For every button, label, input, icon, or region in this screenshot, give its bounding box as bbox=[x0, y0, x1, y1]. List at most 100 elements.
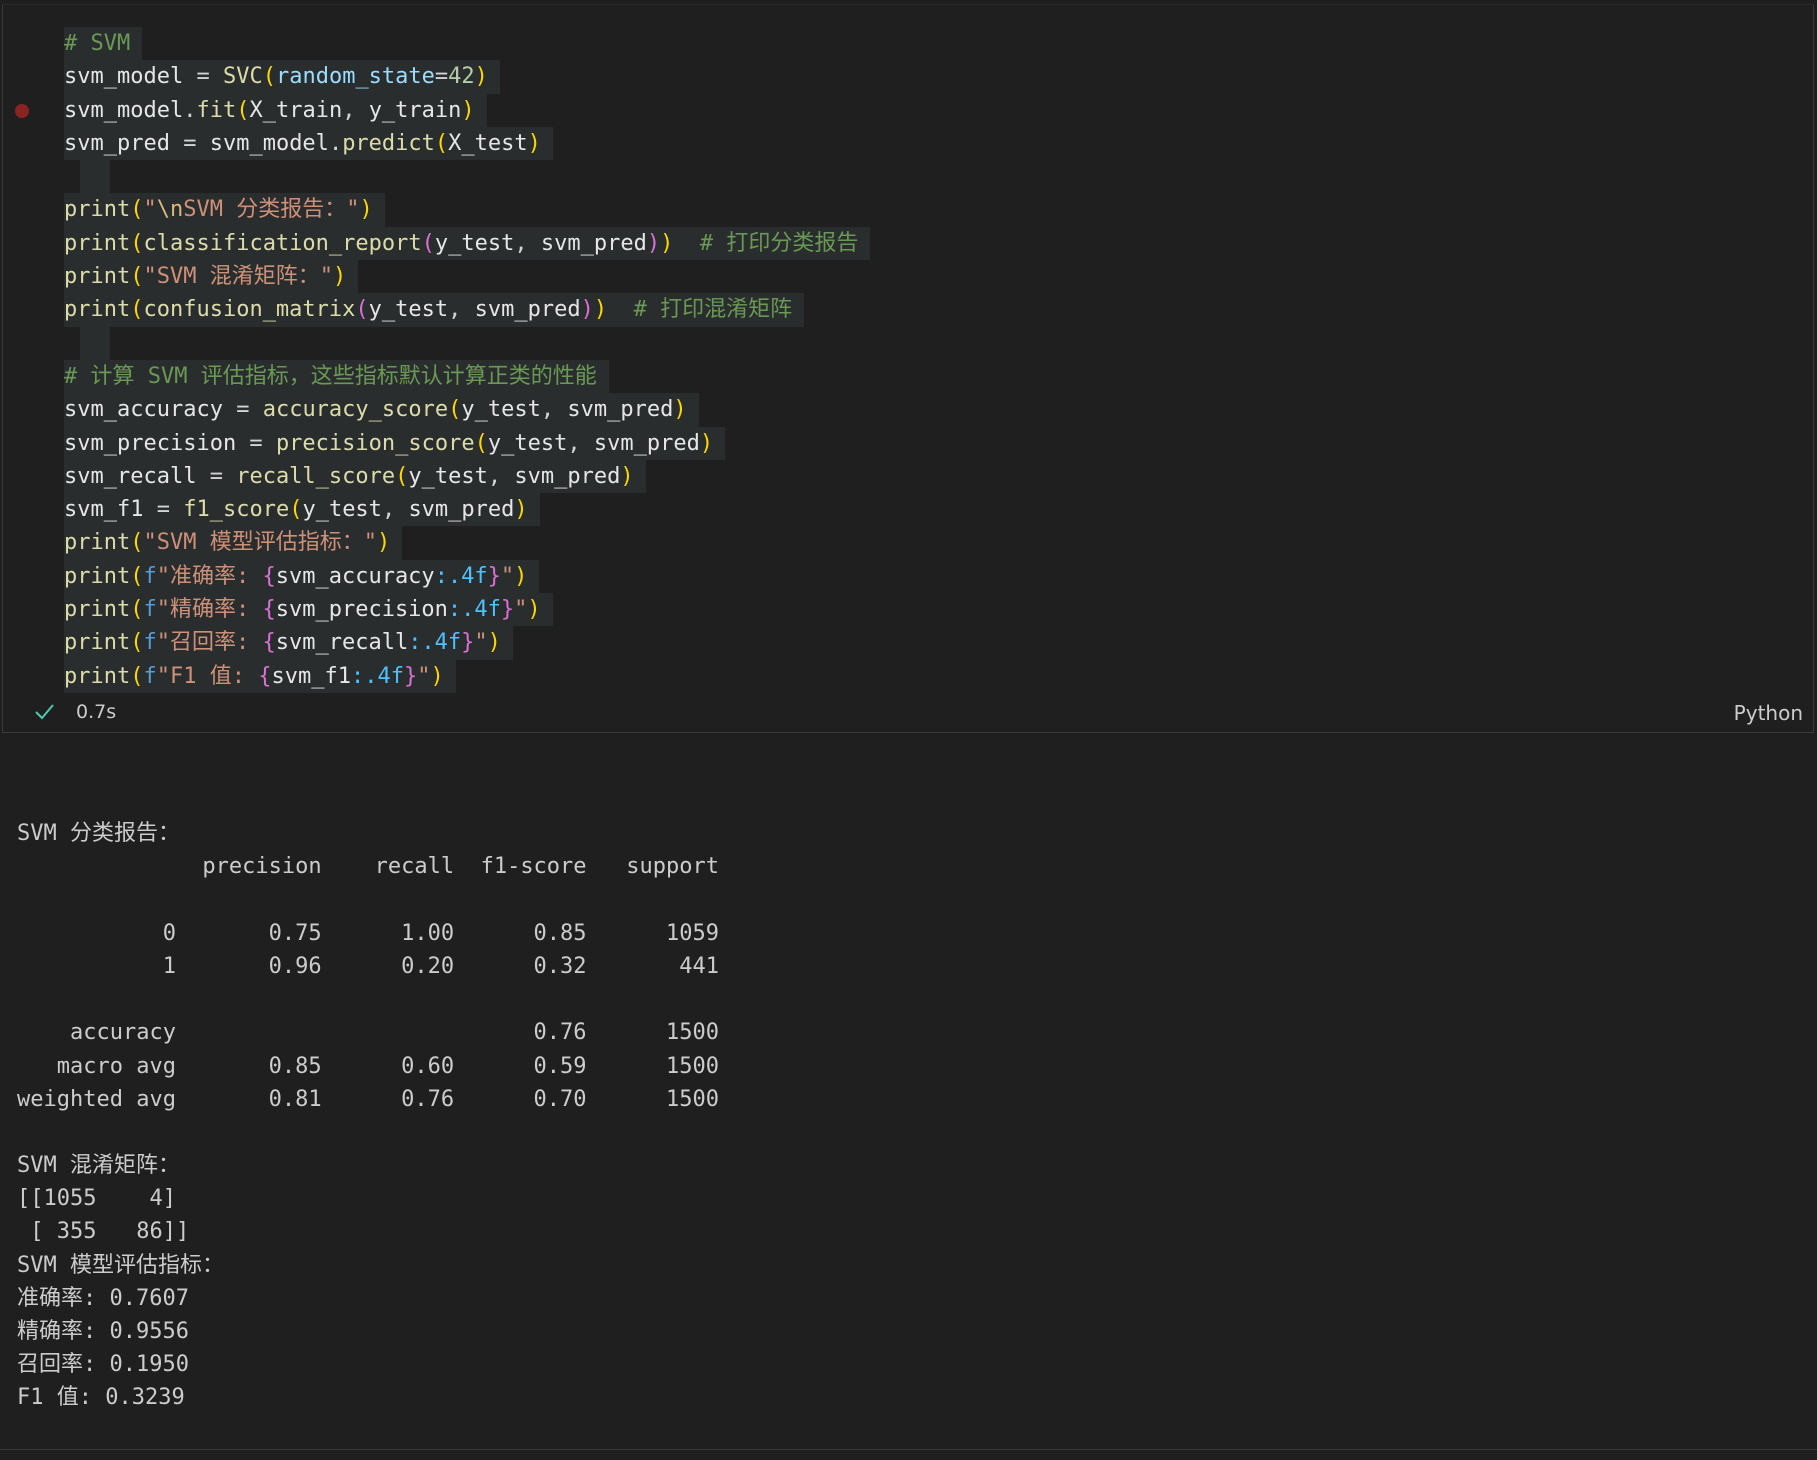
code-token: svm_pred bbox=[593, 430, 700, 456]
code-line-1[interactable]: # SVM bbox=[3, 27, 1813, 61]
code-line-7[interactable]: print(classification_report(y_test, svm_… bbox=[3, 226, 1813, 261]
output-line: SVM 混淆矩阵： bbox=[17, 1153, 180, 1179]
code-token: X_test bbox=[448, 130, 528, 156]
code-token: svm_recall bbox=[64, 463, 197, 489]
code-token: recall_score bbox=[236, 463, 396, 489]
code-line-16[interactable]: print("SVM 模型评估指标：") bbox=[3, 526, 1813, 560]
code-token: { bbox=[258, 663, 272, 689]
code-token: . bbox=[183, 97, 197, 123]
code-token: svm_f1 bbox=[271, 663, 351, 689]
code-token: 召回率: bbox=[169, 630, 263, 656]
code-line-18[interactable]: print(f"精确率: {svm_precision:.4f}") bbox=[3, 593, 1813, 627]
code-token: = bbox=[222, 397, 263, 423]
code-token: ( bbox=[395, 463, 409, 489]
code-token: ) bbox=[660, 230, 674, 256]
code-line-10[interactable] bbox=[3, 326, 1813, 360]
code-token: ) bbox=[376, 530, 391, 556]
breakpoint-icon[interactable] bbox=[15, 103, 29, 118]
code-token: " bbox=[474, 630, 488, 656]
code-line-12[interactable]: svm_accuracy = accuracy_score(y_test, sv… bbox=[3, 393, 1813, 427]
code-line-11[interactable]: # 计算 SVM 评估指标，这些指标默认计算正类的性能 bbox=[3, 359, 1813, 394]
code-token: , bbox=[342, 97, 369, 123]
code-line-8[interactable]: print("SVM 混淆矩阵：") bbox=[3, 260, 1813, 294]
code-token: ) bbox=[332, 264, 347, 290]
code-token: SVM 模型评估指标： bbox=[156, 530, 364, 556]
code-token: y_test bbox=[487, 430, 568, 456]
code-token: " bbox=[514, 597, 528, 623]
code-token: " bbox=[500, 563, 515, 589]
code-token: ( bbox=[130, 530, 144, 556]
code-line-3[interactable]: svm_model.fit(X_train, y_train) bbox=[3, 93, 1813, 127]
code-token: , bbox=[448, 297, 475, 323]
code-token: y_test bbox=[434, 230, 515, 256]
divider bbox=[0, 1449, 1817, 1450]
code-token: " bbox=[346, 197, 360, 223]
code-line-19[interactable]: print(f"召回率: {svm_recall:.4f}") bbox=[3, 626, 1813, 660]
code-token: , bbox=[514, 230, 541, 256]
code-token: . bbox=[328, 130, 343, 156]
code-token: ) bbox=[580, 297, 594, 323]
code-line-15[interactable]: svm_f1 = f1_score(y_test, svm_pred) bbox=[3, 493, 1813, 527]
code-token: classification_report bbox=[143, 230, 422, 256]
code-line-17[interactable]: print(f"准确率: {svm_accuracy:.4f}") bbox=[3, 559, 1813, 594]
output-line: 0 0.75 1.00 0.85 1059 bbox=[17, 920, 719, 946]
code-line-5[interactable] bbox=[3, 160, 1813, 194]
code-token: ) bbox=[646, 230, 661, 256]
code-token: SVC bbox=[222, 64, 263, 90]
code-token: " bbox=[363, 530, 377, 556]
code-token: ) bbox=[514, 563, 528, 589]
code-token: svm_precision bbox=[275, 597, 448, 623]
code-token: " bbox=[143, 197, 157, 223]
code-token: svm_model bbox=[64, 97, 184, 123]
code-comment: # 打印分类报告 bbox=[699, 230, 859, 256]
code-token: predict bbox=[342, 130, 435, 156]
code-token: :.4f bbox=[434, 563, 488, 589]
code-token: ) bbox=[474, 64, 488, 90]
code-line-20[interactable]: print(f"F1 值: {svm_f1:.4f}") bbox=[3, 659, 1813, 693]
code-token: svm_pred bbox=[567, 397, 674, 423]
code-line-14[interactable]: svm_recall = recall_score(y_test, svm_pr… bbox=[3, 459, 1813, 494]
code-line-6[interactable]: print("\nSVM 分类报告：") bbox=[3, 193, 1813, 227]
output-line: 准确率: 0.7607 bbox=[17, 1285, 189, 1311]
code-token: ( bbox=[474, 430, 488, 456]
code-token: " bbox=[417, 663, 431, 689]
code-token: svm_pred bbox=[474, 297, 581, 323]
code-token: , bbox=[487, 463, 515, 489]
code-token: ) bbox=[430, 663, 444, 689]
code-line-9[interactable]: print(confusion_matrix(y_test, svm_pred)… bbox=[3, 293, 1813, 327]
code-token: :.4f bbox=[408, 630, 462, 656]
code-token: ( bbox=[355, 297, 369, 323]
code-line-2[interactable]: svm_model = SVC(random_state=42) bbox=[3, 60, 1813, 94]
code-token: ) bbox=[359, 197, 373, 223]
code-token: f bbox=[143, 563, 157, 589]
code-editor[interactable]: # SVM svm_model = SVC(random_state=42) s… bbox=[3, 27, 1813, 693]
code-token: , bbox=[381, 497, 409, 523]
code-token: ( bbox=[130, 230, 144, 256]
code-token: ) bbox=[620, 463, 634, 489]
code-token: { bbox=[262, 563, 276, 589]
output-line: weighted avg 0.81 0.76 0.70 1500 bbox=[17, 1086, 719, 1112]
code-token: } bbox=[487, 563, 501, 589]
code-token: :.4f bbox=[447, 597, 501, 623]
code-token: f bbox=[143, 663, 157, 689]
code-line-13[interactable]: svm_precision = precision_score(y_test, … bbox=[3, 426, 1813, 460]
code-token: ) bbox=[593, 297, 608, 323]
output-line: SVM 模型评估指标： bbox=[17, 1252, 224, 1278]
code-token: " bbox=[156, 663, 170, 689]
output-line: 1 0.96 0.20 0.32 441 bbox=[17, 953, 719, 979]
code-token: f bbox=[143, 597, 157, 623]
code-token: svm_pred bbox=[64, 130, 170, 156]
code-token: print bbox=[64, 197, 131, 223]
code-comment: # 打印混淆矩阵 bbox=[633, 297, 793, 323]
code-token: " bbox=[143, 264, 157, 290]
code-token: y_train bbox=[368, 97, 462, 123]
code-token: :.4f bbox=[350, 663, 404, 689]
code-token: " bbox=[156, 630, 170, 656]
code-token: svm_f1 bbox=[64, 497, 144, 523]
code-token: ( bbox=[130, 663, 144, 689]
language-selector[interactable]: Python bbox=[1734, 701, 1803, 725]
code-token: y_test bbox=[368, 297, 449, 323]
code-cell[interactable]: # SVM svm_model = SVC(random_state=42) s… bbox=[2, 4, 1814, 733]
code-line-4[interactable]: svm_pred = svm_model.predict(X_test) bbox=[3, 126, 1813, 161]
